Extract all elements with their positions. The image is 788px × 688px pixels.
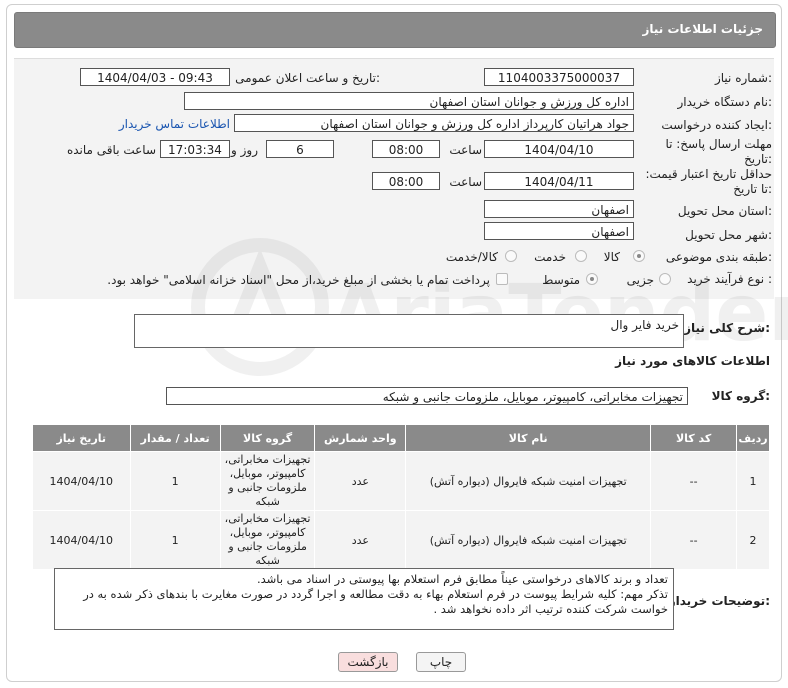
city-field: اصفهان <box>484 222 634 240</box>
buyer-notes-line-2: تذکر مهم: کلیه شرایط پیوست در فرم استعلا… <box>83 587 668 616</box>
col-goods-name: نام کالا <box>405 424 652 452</box>
buyer-contact-link[interactable]: اطلاعات تماس خریدار <box>119 117 230 131</box>
announce-field: 1404/04/03 - 09:43 <box>80 68 230 86</box>
col-need-date: تاریخ نیاز <box>32 424 131 452</box>
category-option-goods-service: کالا/خدمت <box>445 250 498 264</box>
deadline-time-label: ساعت <box>449 143 482 157</box>
buyer-org-field: اداره کل ورزش و جوانان استان اصفهان <box>184 92 634 110</box>
process-option-minor: جزیی <box>626 273 654 287</box>
cell-unit: عدد <box>314 451 407 511</box>
validity-date-field: 1404/04/11 <box>484 172 634 190</box>
cell-goods-code: -- <box>650 510 738 570</box>
buyer-notes-line-1: تعداد و برند کالاهای درخواستی عیناً مطاب… <box>256 572 668 586</box>
deadline-label: مهلت ارسال پاسخ: تا تاریخ: <box>665 137 772 166</box>
category-option-goods: کالا <box>603 250 620 264</box>
validity-time-label: ساعت <box>449 175 482 189</box>
process-option-medium: متوسط <box>542 273 580 287</box>
page-header: جزئیات اطلاعات نیاز <box>14 12 776 48</box>
table-row: 2 -- تجهیزات امنیت شبکه فایروال (دیواره … <box>32 510 770 570</box>
cell-need-date: 1404/04/10 <box>32 451 131 511</box>
col-quantity: تعداد / مقدار <box>129 424 221 452</box>
goods-section-title: اطلاعات کالاهای مورد نیاز <box>615 354 770 368</box>
table-header-row: ردیف کد کالا نام کالا واحد شمارش گروه کا… <box>32 424 770 452</box>
goods-table: ردیف کد کالا نام کالا واحد شمارش گروه کا… <box>32 424 770 570</box>
summary-field: خرید فایر وال <box>134 314 684 348</box>
days-label: روز و <box>231 143 258 157</box>
announce-label: تاریخ و ساعت اعلان عمومی: <box>235 71 380 85</box>
deadline-date-field: 1404/04/10 <box>484 140 634 158</box>
cell-need-date: 1404/04/10 <box>32 510 131 570</box>
validity-label: حداقل تاریخ اعتبار قیمت: تا تاریخ: <box>645 167 772 196</box>
col-goods-code: کد کالا <box>650 424 738 452</box>
treasury-payment-checkbox[interactable] <box>496 273 508 285</box>
cell-goods-name: تجهیزات امنیت شبکه فایروال (دیواره آتش) <box>405 451 652 511</box>
process-label: نوع فرآیند خرید : <box>687 272 772 286</box>
remaining-label: ساعت باقی مانده <box>66 143 156 157</box>
deadline-time-field: 08:00 <box>372 140 440 158</box>
city-label: شهر محل تحویل: <box>685 228 772 242</box>
category-option-service: خدمت <box>534 250 566 264</box>
treasury-payment-note: پرداخت تمام یا بخشی از مبلغ خرید،از محل … <box>107 273 490 287</box>
col-unit: واحد شمارش <box>314 424 407 452</box>
goods-group-field: تجهیزات مخابراتی، کامپیوتر، موبایل، ملزو… <box>166 387 688 405</box>
creator-label: ایجاد کننده درخواست: <box>661 118 772 132</box>
category-radio-service[interactable] <box>575 250 587 262</box>
cell-goods-group: تجهیزات مخابراتی، کامپیوتر، موبایل، ملزو… <box>219 510 316 570</box>
col-goods-group: گروه کالا <box>219 424 316 452</box>
cell-row-number: 2 <box>736 510 770 570</box>
cell-goods-group: تجهیزات مخابراتی، کامپیوتر، موبایل، ملزو… <box>219 451 316 511</box>
province-label: استان محل تحویل: <box>677 204 772 218</box>
cell-goods-name: تجهیزات امنیت شبکه فایروال (دیواره آتش) <box>405 510 652 570</box>
process-radio-medium[interactable] <box>586 273 598 285</box>
need-number-field: 1104003375000037 <box>484 68 634 86</box>
process-radio-minor[interactable] <box>659 273 671 285</box>
buyer-notes-label: توضیحات خریدار: <box>668 594 770 608</box>
buyer-org-label: نام دستگاه خریدار: <box>677 95 773 109</box>
province-field: اصفهان <box>484 200 634 218</box>
cell-unit: عدد <box>314 510 407 570</box>
remaining-time-field: 17:03:34 <box>160 140 230 158</box>
col-row-number: ردیف <box>736 424 770 452</box>
need-number-label: شماره نیاز: <box>714 71 772 85</box>
goods-group-label: گروه کالا: <box>711 389 770 403</box>
creator-field: جواد هراتیان کارپرداز اداره کل ورزش و جو… <box>234 114 634 132</box>
category-label: طبقه بندی موضوعی: <box>665 250 772 264</box>
days-field: 6 <box>266 140 334 158</box>
page-title: جزئیات اطلاعات نیاز <box>642 22 763 36</box>
category-radio-goods[interactable] <box>633 250 645 262</box>
buyer-notes-box: تعداد و برند کالاهای درخواستی عیناً مطاب… <box>54 568 674 630</box>
cell-quantity: 1 <box>129 510 221 570</box>
summary-label: شرح کلی نیاز: <box>684 321 770 335</box>
table-row: 1 -- تجهیزات امنیت شبکه فایروال (دیواره … <box>32 451 770 511</box>
cell-row-number: 1 <box>736 451 770 511</box>
print-button[interactable]: چاپ <box>416 652 466 672</box>
back-button[interactable]: بازگشت <box>338 652 398 672</box>
validity-time-field: 08:00 <box>372 172 440 190</box>
category-radio-goods-service[interactable] <box>505 250 517 262</box>
cell-quantity: 1 <box>129 451 221 511</box>
cell-goods-code: -- <box>650 451 738 511</box>
